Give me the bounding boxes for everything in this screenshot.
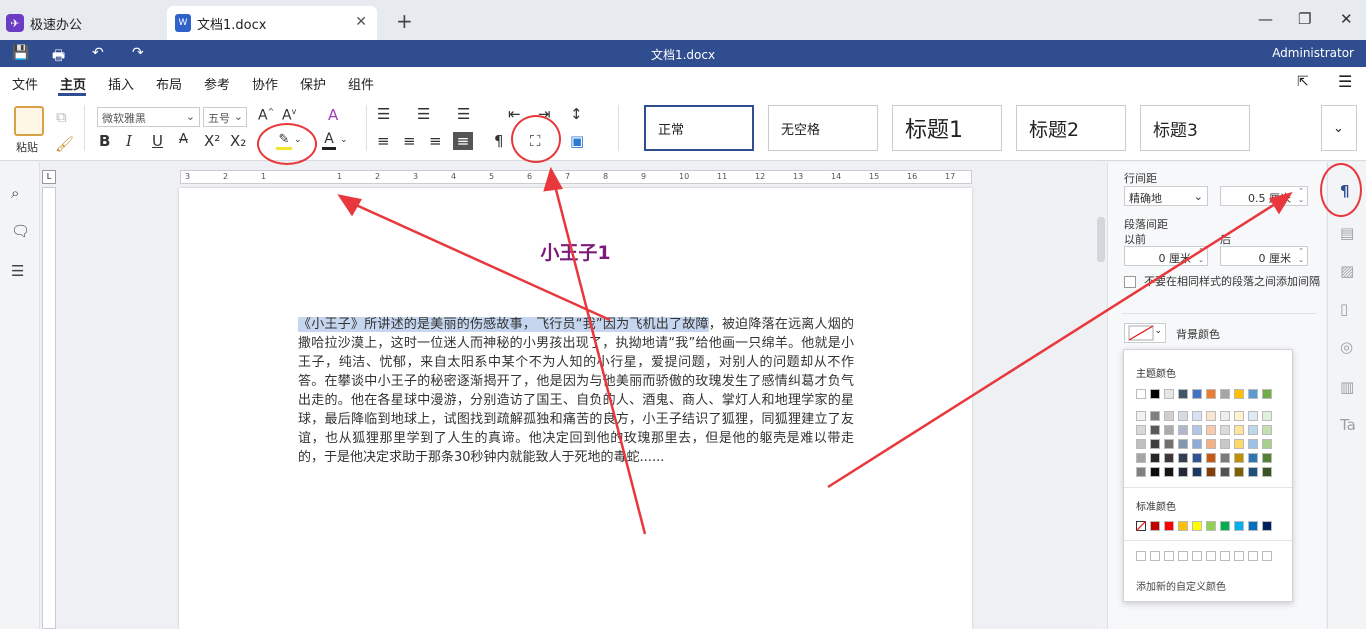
annotation-arrowhead (543, 166, 563, 192)
annotation-arrow-line (827, 197, 1284, 489)
annotation-arrows (337, 166, 1293, 535)
annotation-arrowhead (1269, 192, 1293, 215)
annotation-arrow-line (344, 198, 611, 322)
annotation-arrowhead (337, 194, 362, 217)
annotation-arrow-line (551, 177, 647, 535)
